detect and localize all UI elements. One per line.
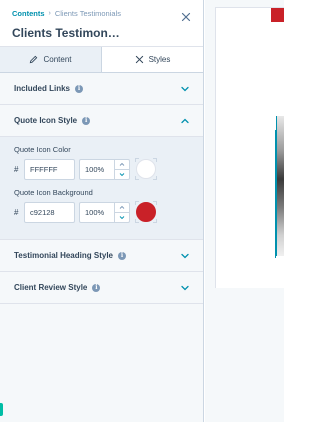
hash-symbol: #: [14, 207, 19, 217]
tab-styles[interactable]: Styles: [102, 47, 203, 72]
breadcrumb-contents-link[interactable]: Contents: [12, 9, 45, 18]
icon-background-swatch-button[interactable]: [135, 201, 157, 223]
page-title: Clients Testimon…: [12, 26, 120, 40]
close-button[interactable]: [180, 10, 192, 22]
chevron-up-icon: [119, 205, 125, 209]
section-testimonial-heading-style-label: Testimonial Heading Style: [14, 251, 113, 260]
pencil-icon: [30, 55, 38, 64]
icon-background-opacity-value: 100%: [85, 207, 105, 217]
stepper-up-button[interactable]: [115, 160, 129, 170]
breadcrumb: Contents › Clients Testimonials: [12, 9, 121, 18]
icon-background-hex-input[interactable]: c92128: [24, 201, 75, 223]
preview-canvas[interactable]: [205, 0, 284, 422]
icon-color-opacity-input[interactable]: 100%: [79, 158, 130, 180]
preview-quote-icon: [271, 8, 284, 22]
quote-icon-style-body: Quote Icon Color # FFFFFF 100% Quote Ico…: [0, 136, 203, 239]
preview-image: [276, 116, 284, 256]
tab-content[interactable]: Content: [0, 47, 102, 72]
info-icon[interactable]: i: [117, 251, 126, 260]
icon-color-hex-input[interactable]: FFFFFF: [24, 158, 75, 180]
icon-color-swatch-button[interactable]: [135, 158, 157, 180]
section-included-links: Included Links i: [0, 73, 203, 105]
icon-color-row: # FFFFFF 100%: [14, 158, 189, 180]
breadcrumb-current: Clients Testimonials: [54, 9, 121, 18]
section-quote-icon-style-header[interactable]: Quote Icon Style i: [0, 105, 203, 136]
tab-styles-label: Styles: [148, 55, 171, 64]
chevron-down-icon: [181, 253, 189, 258]
icon-color-opacity-value: 100%: [85, 164, 105, 174]
hash-symbol: #: [14, 164, 19, 174]
close-icon: [181, 12, 191, 22]
section-client-review-style: Client Review Style i: [0, 272, 203, 304]
chevron-down-icon: [181, 86, 189, 91]
section-quote-icon-style-label: Quote Icon Style: [14, 116, 78, 125]
breadcrumb-separator-icon: ›: [48, 10, 51, 17]
section-testimonial-heading-style: Testimonial Heading Style i: [0, 240, 203, 272]
icon-background-opacity-input[interactable]: 100%: [79, 201, 130, 223]
section-included-links-header[interactable]: Included Links i: [0, 73, 203, 104]
icon-color-label: Quote Icon Color: [14, 145, 71, 154]
stepper-down-button[interactable]: [115, 213, 129, 222]
chevron-down-icon: [181, 285, 189, 290]
brush-icon: [135, 55, 143, 64]
section-client-review-style-header[interactable]: Client Review Style i: [0, 272, 203, 303]
section-testimonial-heading-style-header[interactable]: Testimonial Heading Style i: [0, 240, 203, 271]
stepper-down-button[interactable]: [115, 170, 129, 179]
chevron-down-icon: [119, 172, 125, 176]
section-client-review-style-label: Client Review Style: [14, 283, 88, 292]
chevron-down-icon: [119, 215, 125, 219]
info-icon[interactable]: i: [82, 116, 91, 125]
chevron-up-icon: [181, 118, 189, 123]
info-icon[interactable]: i: [75, 84, 84, 93]
icon-background-row: # c92128 100%: [14, 201, 189, 223]
icon-background-swatch: [136, 202, 156, 222]
panel-header: Contents › Clients Testimonials Clients …: [0, 0, 203, 47]
chevron-up-icon: [119, 162, 125, 166]
section-quote-icon-style: Quote Icon Style i Quote Icon Color # FF…: [0, 105, 203, 240]
tab-content-label: Content: [43, 55, 72, 64]
preview-page[interactable]: [215, 7, 284, 288]
opacity-stepper: [114, 159, 129, 179]
section-included-links-label: Included Links: [14, 84, 71, 93]
help-widget-tab[interactable]: [0, 403, 3, 416]
stepper-up-button[interactable]: [115, 203, 129, 213]
icon-color-swatch: [136, 159, 156, 179]
tab-bar: Content Styles: [0, 47, 203, 73]
info-icon[interactable]: i: [92, 283, 101, 292]
sidebar-panel: Contents › Clients Testimonials Clients …: [0, 0, 204, 422]
icon-background-label: Quote Icon Background: [14, 188, 93, 197]
opacity-stepper: [114, 202, 129, 222]
